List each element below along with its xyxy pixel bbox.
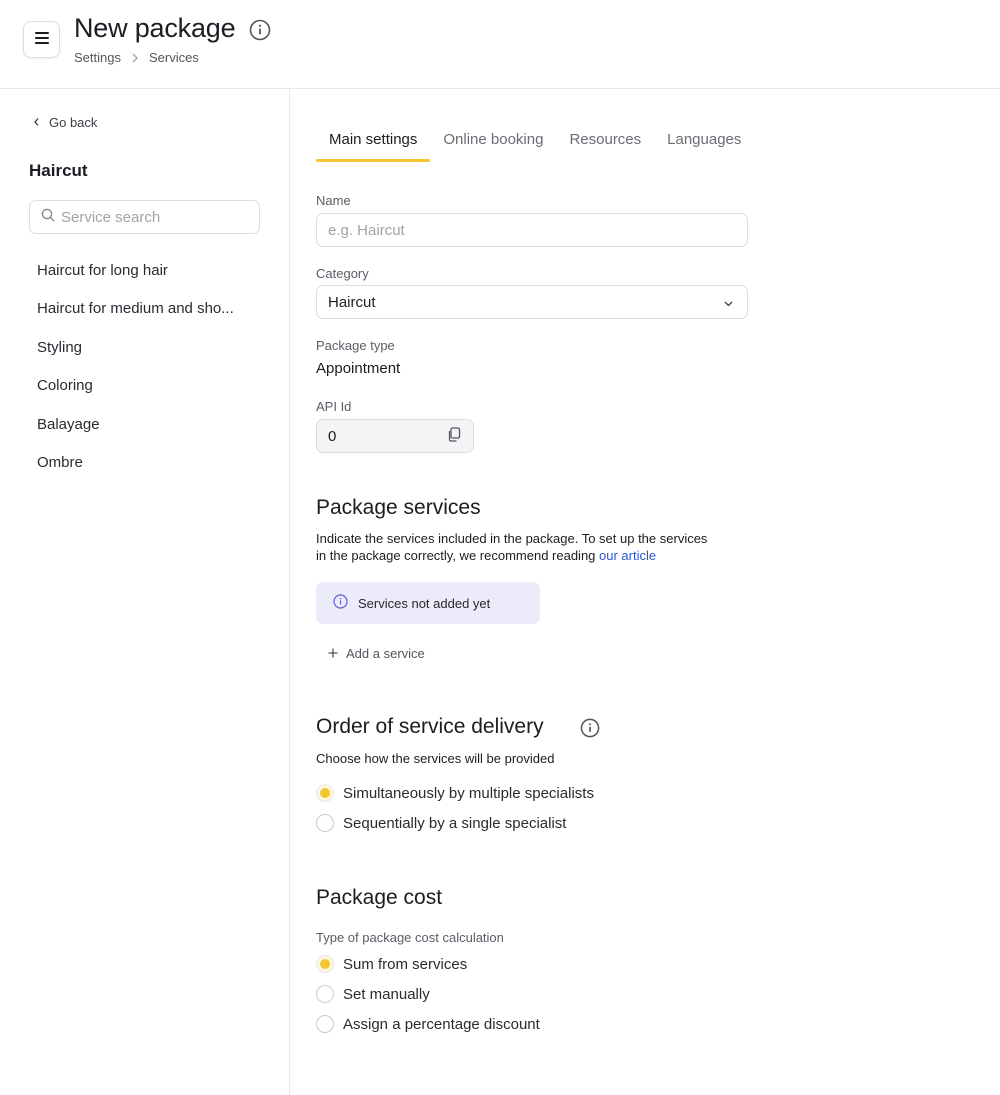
tab-languages[interactable]: Languages [654,129,754,162]
radio-button[interactable] [316,955,334,973]
service-list-item[interactable]: Styling [37,338,257,376]
service-list-item[interactable]: Haircut for medium and sho... [37,299,257,337]
service-list-item[interactable]: Ombre [37,453,257,491]
service-list: Haircut for long hair Haircut for medium… [37,261,257,491]
service-search-input[interactable] [61,208,251,226]
radio-button[interactable] [316,985,334,1003]
go-back-label: Go back [49,115,98,130]
api-id-value: 0 [328,427,337,445]
radio-percentage-discount[interactable]: Assign a percentage discount [316,1015,540,1033]
tab-main-settings[interactable]: Main settings [316,129,431,162]
hamburger-icon [34,31,49,49]
radio-label: Simultaneously by multiple specialists [343,784,594,802]
breadcrumb-settings[interactable]: Settings [74,50,121,65]
chevron-left-icon [33,115,40,130]
api-id-field: 0 [316,419,474,453]
radio-label: Sum from services [343,955,468,973]
menu-button[interactable] [23,21,60,58]
breadcrumb-services[interactable]: Services [149,50,199,65]
package-cost-title: Package cost [316,886,443,909]
api-id-label: API Id [316,399,352,414]
radio-button[interactable] [316,1015,334,1033]
tab-resources[interactable]: Resources [556,129,654,162]
chevron-down-icon [724,294,733,311]
category-label: Category [316,266,369,281]
radio-sum-from-services[interactable]: Sum from services [316,955,467,973]
search-icon [41,208,55,227]
tabs: Main settings Online booking Resources L… [316,129,754,162]
main-content: Main settings Online booking Resources L… [291,89,1000,1095]
info-icon[interactable] [249,19,271,46]
delivery-order-title: Order of service delivery [316,715,544,738]
radio-label: Set manually [343,985,430,1003]
package-services-description: Indicate the services included in the pa… [316,530,756,564]
sidebar-title: Haircut [29,161,88,180]
radio-label: Sequentially by a single specialist [343,814,567,832]
service-list-item[interactable]: Haircut for long hair [37,261,257,299]
tab-online-booking[interactable]: Online booking [430,129,556,162]
service-list-item[interactable]: Balayage [37,415,257,453]
name-input[interactable] [316,213,748,247]
sidebar: Go back Haircut Haircut for long hair Ha… [0,89,290,1095]
category-select[interactable]: Haircut [316,285,748,319]
radio-simultaneously[interactable]: Simultaneously by multiple specialists [316,784,594,802]
go-back-link[interactable]: Go back [33,115,97,130]
service-list-item[interactable]: Coloring [37,376,257,414]
radio-set-manually[interactable]: Set manually [316,985,430,1003]
info-circle-icon [333,594,348,612]
description-line-1: Indicate the services included in the pa… [316,531,708,546]
radio-button[interactable] [316,814,334,832]
notice-text: Services not added yet [358,595,491,611]
package-type-value: Appointment [316,360,401,377]
copy-icon[interactable] [447,426,461,446]
radio-sequentially[interactable]: Sequentially by a single specialist [316,814,566,832]
radio-label: Assign a percentage discount [343,1015,540,1033]
header: New package Settings Services [0,0,1000,89]
category-value: Haircut [328,293,376,311]
service-search-box[interactable] [29,200,260,234]
services-empty-notice: Services not added yet [316,582,540,624]
breadcrumb: Settings Services [74,50,199,65]
name-label: Name [316,193,351,208]
add-service-label: Add a service [346,646,425,661]
cost-calculation-label: Type of package cost calculation [316,930,504,945]
radio-button[interactable] [316,784,334,802]
package-services-title: Package services [316,496,481,519]
page-title: New package [74,13,236,43]
info-icon[interactable] [580,718,600,743]
delivery-order-description: Choose how the services will be provided [316,751,555,766]
description-line-2: in the package correctly, we recommend r… [316,548,600,563]
chevron-right-icon [131,53,139,63]
plus-icon [328,646,338,661]
article-link[interactable]: our article [599,548,656,563]
package-type-label: Package type [316,338,395,353]
add-service-button[interactable]: Add a service [328,646,425,661]
